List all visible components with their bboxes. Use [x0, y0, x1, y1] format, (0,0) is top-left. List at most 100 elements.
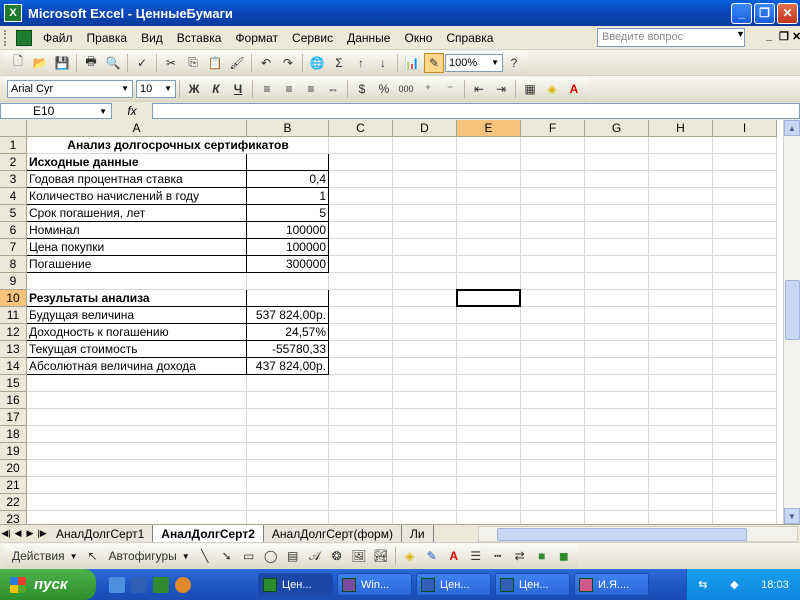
paste-icon[interactable]: 📋	[205, 53, 225, 73]
print-preview-icon[interactable]: 🔍	[103, 53, 123, 73]
row-header-17[interactable]: 17	[0, 409, 27, 426]
cell-b10[interactable]	[247, 290, 329, 307]
cell-e6[interactable]	[457, 222, 521, 239]
column-header-h[interactable]: H	[649, 120, 713, 137]
menu-tools[interactable]: Сервис	[285, 31, 340, 45]
cell-h17[interactable]	[649, 409, 713, 426]
cell-c21[interactable]	[329, 477, 393, 494]
cell-e20[interactable]	[457, 460, 521, 477]
cell-e8[interactable]	[457, 256, 521, 273]
cell-c2[interactable]	[329, 154, 393, 171]
cell-g4[interactable]	[585, 188, 649, 205]
worksheet-grid[interactable]: A B C D E F G H I 1 Анализ долгосрочных сертификат…	[0, 120, 783, 524]
currency-icon[interactable]: $	[352, 79, 372, 99]
cell-b19[interactable]	[247, 443, 329, 460]
cell-b11[interactable]: 537 824,00р.	[247, 307, 329, 324]
cell-g10[interactable]	[585, 290, 649, 307]
cell-i18[interactable]	[713, 426, 777, 443]
cell-c20[interactable]	[329, 460, 393, 477]
open-icon[interactable]: 📂	[30, 53, 50, 73]
cell-i10[interactable]	[713, 290, 777, 307]
row-header-14[interactable]: 14	[0, 358, 27, 375]
row-header-13[interactable]: 13	[0, 341, 27, 358]
font-select[interactable]: Arial Cyr ▼	[7, 79, 133, 98]
prev-sheet-icon[interactable]: ◀	[12, 528, 24, 539]
cell-a23[interactable]	[27, 511, 247, 524]
cell-b23[interactable]	[247, 511, 329, 524]
cell-a1[interactable]: Анализ долгосрочных сертификатов	[27, 137, 329, 154]
cell-a5[interactable]: Срок погашения, лет	[27, 205, 247, 222]
cell-a8[interactable]: Погашение	[27, 256, 247, 273]
start-button[interactable]: пуск	[0, 569, 96, 600]
insert-function-button[interactable]: fx	[112, 104, 152, 118]
row-header-19[interactable]: 19	[0, 443, 27, 460]
cell-a19[interactable]	[27, 443, 247, 460]
cell-b7[interactable]: 100000	[247, 239, 329, 256]
cell-d14[interactable]	[393, 358, 457, 375]
borders-icon[interactable]: ▦	[520, 79, 540, 99]
cell-f10[interactable]	[521, 290, 585, 307]
select-objects-icon[interactable]: ↖	[83, 546, 103, 566]
oval-icon[interactable]: ◯	[261, 546, 281, 566]
horizontal-scroll-thumb[interactable]	[497, 528, 747, 541]
cell-g3[interactable]	[585, 171, 649, 188]
cell-d3[interactable]	[393, 171, 457, 188]
cell-e1[interactable]	[457, 137, 521, 154]
help-search-input[interactable]: Введите вопрос	[597, 28, 745, 47]
cell-i13[interactable]	[713, 341, 777, 358]
font-size-select[interactable]: 10 ▼	[136, 79, 176, 98]
cell-b13[interactable]: -55780,33	[247, 341, 329, 358]
sort-asc-icon[interactable]: ↑	[351, 53, 371, 73]
cell-e15[interactable]	[457, 375, 521, 392]
doc-restore-button[interactable]: ❐	[779, 30, 789, 43]
cell-h15[interactable]	[649, 375, 713, 392]
cell-f17[interactable]	[521, 409, 585, 426]
textbox-icon[interactable]: ▤	[283, 546, 303, 566]
cell-a22[interactable]	[27, 494, 247, 511]
cell-e16[interactable]	[457, 392, 521, 409]
cell-i16[interactable]	[713, 392, 777, 409]
cell-i21[interactable]	[713, 477, 777, 494]
cell-b21[interactable]	[247, 477, 329, 494]
cell-g22[interactable]	[585, 494, 649, 511]
doc-close-button[interactable]: ✕	[792, 30, 800, 43]
cell-i6[interactable]	[713, 222, 777, 239]
cell-g17[interactable]	[585, 409, 649, 426]
cell-e22[interactable]	[457, 494, 521, 511]
cell-e23[interactable]	[457, 511, 521, 524]
column-header-i[interactable]: I	[713, 120, 777, 137]
menu-insert[interactable]: Вставка	[170, 31, 229, 45]
3d-icon[interactable]: ◼	[554, 546, 574, 566]
cell-i20[interactable]	[713, 460, 777, 477]
cell-b5[interactable]: 5	[247, 205, 329, 222]
cell-h2[interactable]	[649, 154, 713, 171]
cell-a12[interactable]: Доходность к погашению	[27, 324, 247, 341]
diagram-icon[interactable]: ❂	[327, 546, 347, 566]
menu-data[interactable]: Данные	[340, 31, 397, 45]
cell-g2[interactable]	[585, 154, 649, 171]
word-icon[interactable]	[131, 576, 147, 593]
horizontal-scrollbar[interactable]	[478, 526, 798, 542]
cell-d16[interactable]	[393, 392, 457, 409]
decrease-decimal-icon[interactable]: ⁻	[440, 79, 460, 99]
cell-e2[interactable]	[457, 154, 521, 171]
cell-g11[interactable]	[585, 307, 649, 324]
cell-g14[interactable]	[585, 358, 649, 375]
cell-c6[interactable]	[329, 222, 393, 239]
row-header-9[interactable]: 9	[0, 273, 27, 290]
tray-app-icon[interactable]: ◆	[730, 578, 738, 591]
row-header-5[interactable]: 5	[0, 205, 27, 222]
cell-f19[interactable]	[521, 443, 585, 460]
sheet-tab[interactable]: АналДолгСерт1	[48, 524, 154, 543]
cell-d5[interactable]	[393, 205, 457, 222]
cell-i1[interactable]	[713, 137, 777, 154]
cell-g5[interactable]	[585, 205, 649, 222]
cell-b12[interactable]: 24,57%	[247, 324, 329, 341]
cell-g23[interactable]	[585, 511, 649, 524]
cell-g13[interactable]	[585, 341, 649, 358]
cell-a10[interactable]: Результаты анализа	[27, 290, 247, 307]
cell-c1[interactable]	[329, 137, 393, 154]
cell-h10[interactable]	[649, 290, 713, 307]
row-header-4[interactable]: 4	[0, 188, 27, 205]
arrow-icon[interactable]: ➘	[217, 546, 237, 566]
